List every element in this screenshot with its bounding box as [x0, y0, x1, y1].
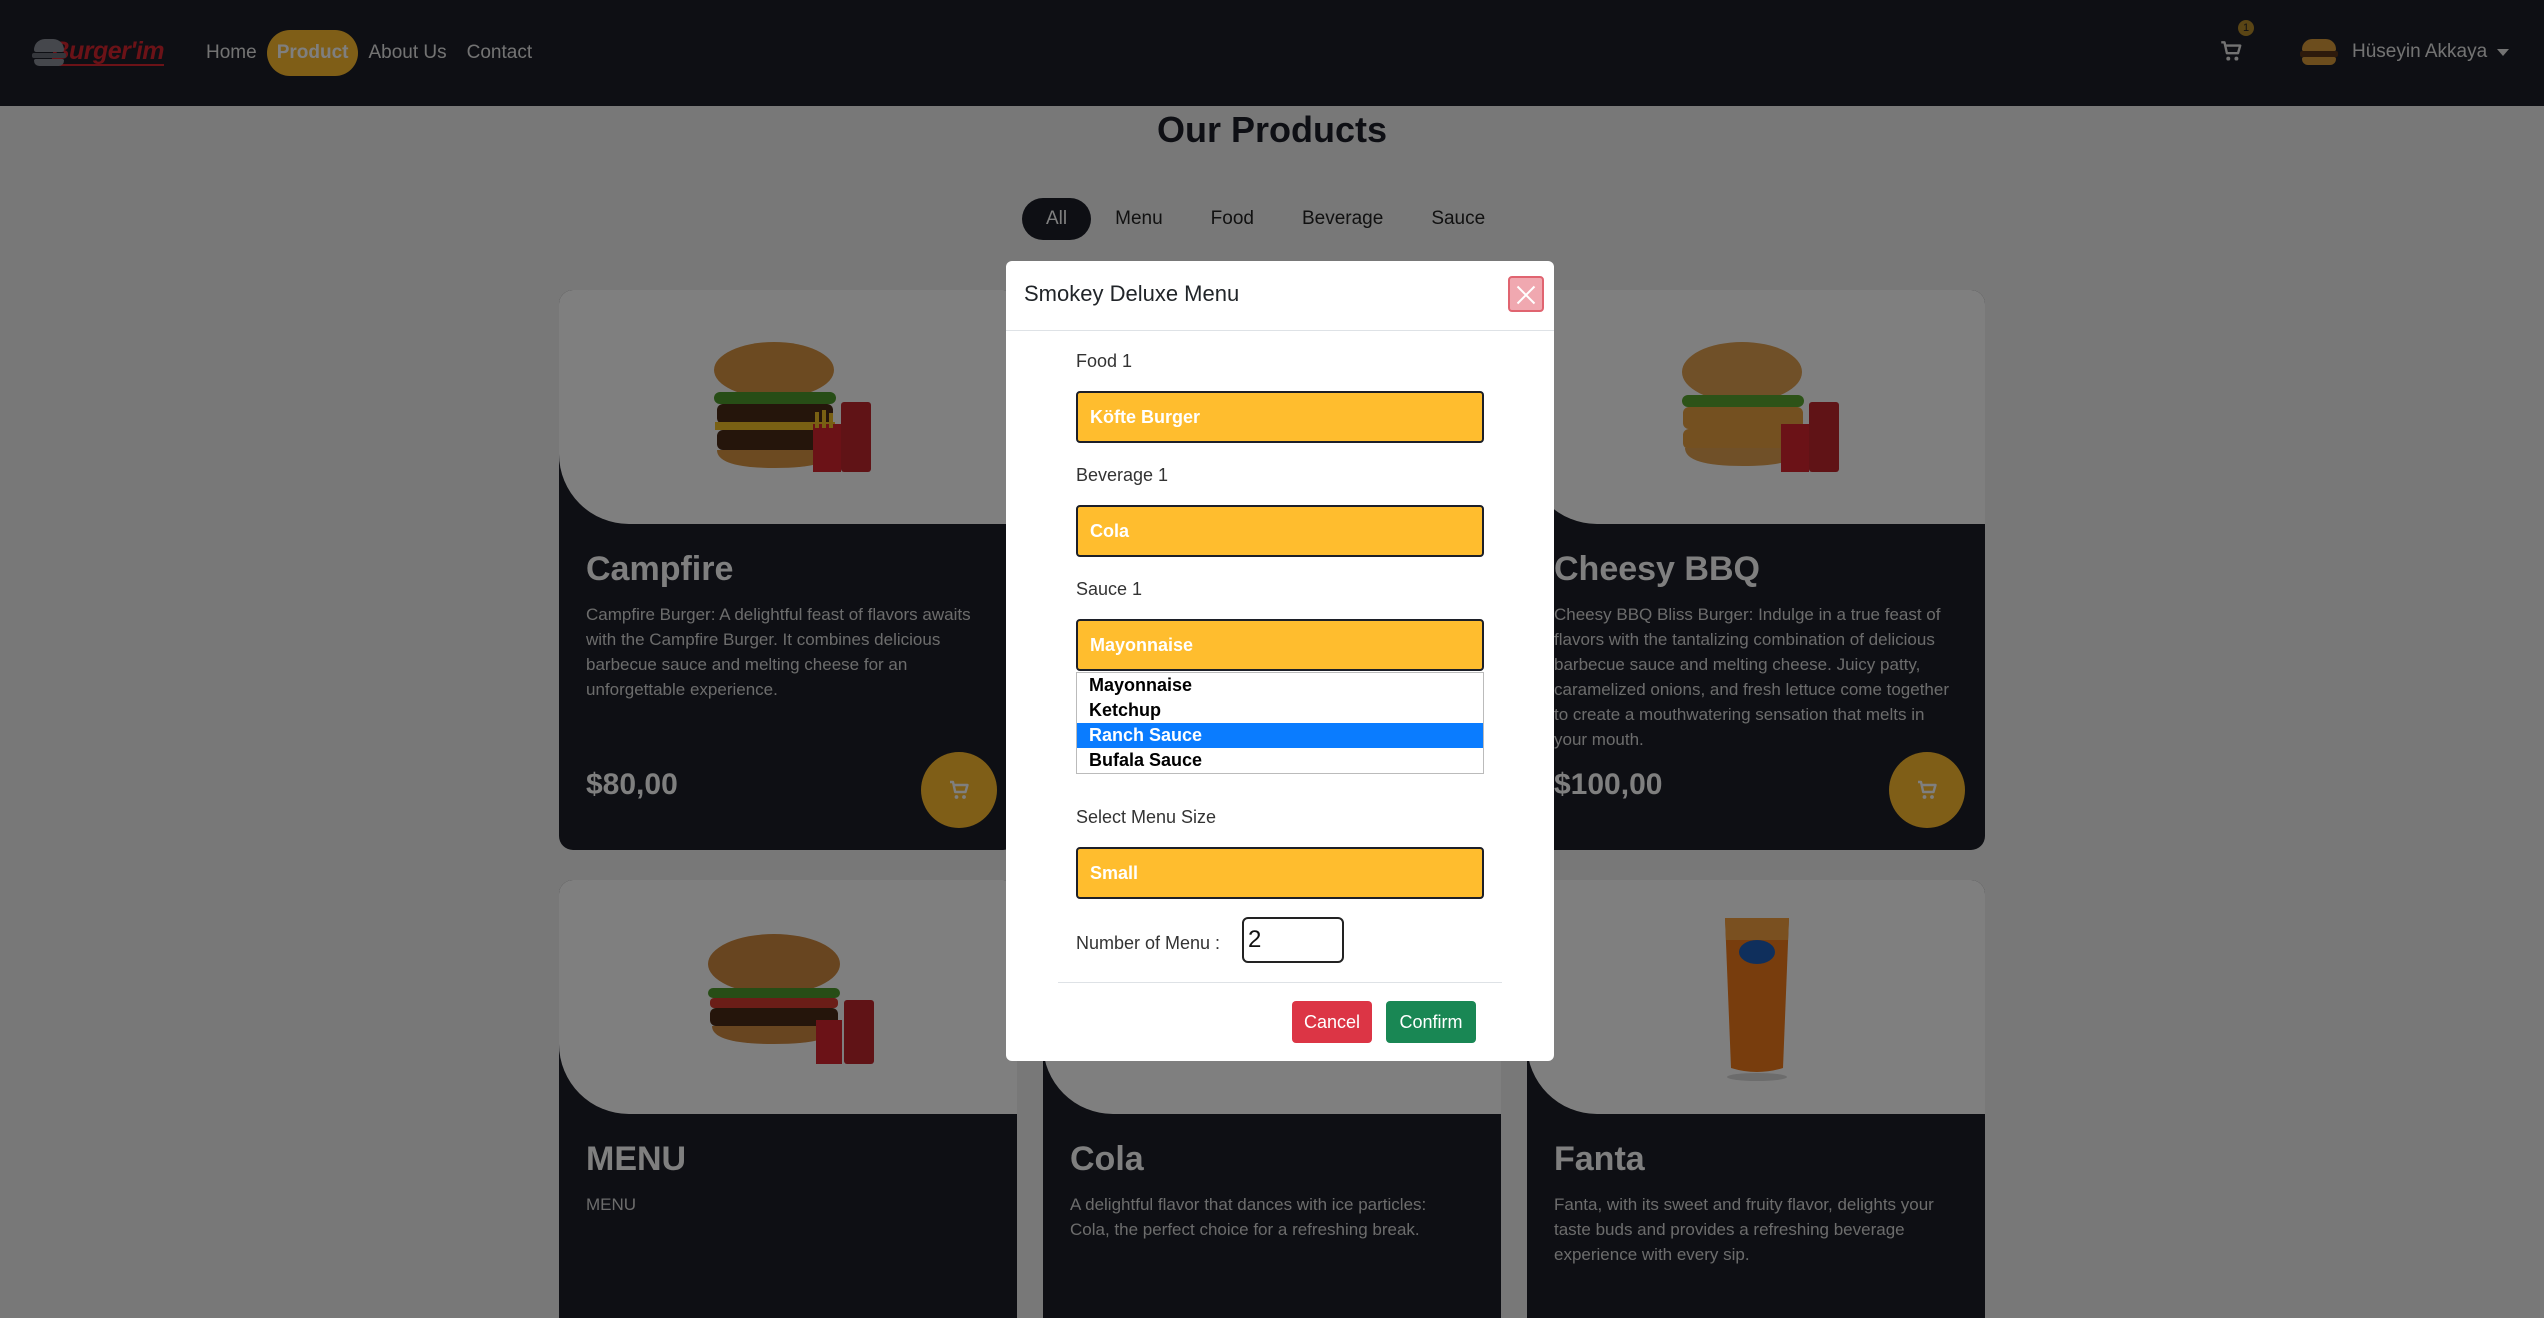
- sauce-label: Sauce 1: [1076, 579, 1143, 599]
- sauce-dropdown-list: Mayonnaise Ketchup Ranch Sauce Bufala Sa…: [1076, 672, 1484, 774]
- food-select[interactable]: Köfte Burger: [1076, 391, 1484, 443]
- confirm-button[interactable]: Confirm: [1386, 1001, 1476, 1043]
- sauce-option[interactable]: Ranch Sauce: [1077, 723, 1483, 748]
- close-icon[interactable]: [1508, 276, 1544, 312]
- modal-title: Smokey Deluxe Menu: [1024, 281, 1240, 306]
- qty-input[interactable]: 2: [1242, 917, 1344, 963]
- sauce-option[interactable]: Bufala Sauce: [1077, 748, 1483, 773]
- modal-divider: [1058, 982, 1502, 983]
- sauce-select[interactable]: Mayonnaise: [1076, 619, 1484, 671]
- modal-header: Smokey Deluxe Menu: [1006, 261, 1554, 331]
- food-label: Food 1: [1076, 351, 1133, 371]
- size-label: Select Menu Size: [1076, 807, 1217, 827]
- beverage-select[interactable]: Cola: [1076, 505, 1484, 557]
- menu-modal: Smokey Deluxe Menu Food 1 Köfte Burger B…: [1006, 261, 1554, 1061]
- qty-label: Number of Menu :: [1076, 933, 1221, 953]
- sauce-option[interactable]: Mayonnaise: [1077, 673, 1483, 698]
- size-select[interactable]: Small: [1076, 847, 1484, 899]
- sauce-option[interactable]: Ketchup: [1077, 698, 1483, 723]
- beverage-label: Beverage 1: [1076, 465, 1169, 485]
- cancel-button[interactable]: Cancel: [1292, 1001, 1372, 1043]
